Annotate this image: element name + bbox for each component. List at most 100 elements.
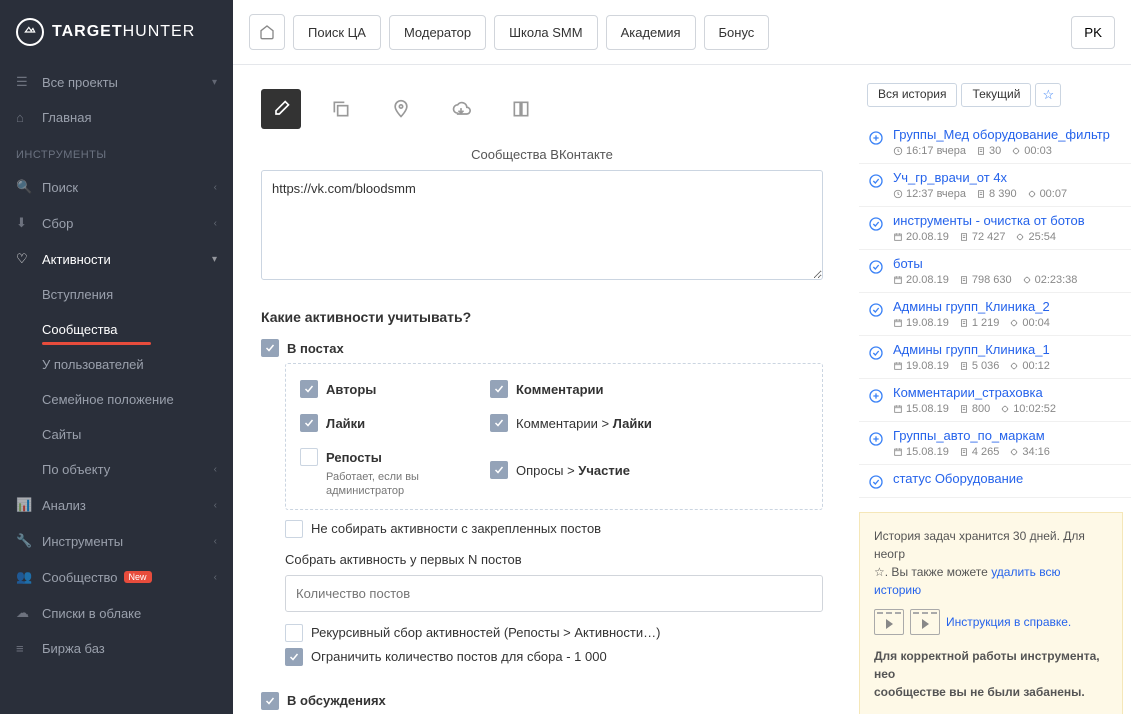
nav-home[interactable]: ⌂ Главная [0,100,233,135]
history-item-title[interactable]: Уч_гр_врачи_от 4х [893,170,1123,185]
edit-icon[interactable] [261,89,301,129]
nav-base-market[interactable]: ≡ Биржа баз [0,631,233,666]
chevron-left-icon: ‹ [214,464,217,475]
history-item-title[interactable]: инструменты - очистка от ботов [893,213,1123,228]
book-icon[interactable] [501,89,541,129]
nav-label: Вступления [42,287,113,302]
tab-academy[interactable]: Академия [606,15,696,50]
chevron-left-icon: ‹ [214,218,217,229]
user-menu[interactable]: PK [1071,16,1115,49]
nav-label: Семейное положение [42,392,174,407]
nav-all-projects[interactable]: ☰ Все проекты ▾ [0,64,233,100]
tab-school-smm[interactable]: Школа SMM [494,15,597,50]
in-discussions-label: В обсуждениях [287,693,386,708]
nav-sub-byobject[interactable]: По объекту‹ [0,452,233,487]
qty-input[interactable] [285,575,823,612]
history-item-meta: 20.08.1972 42725:54 [893,231,1123,243]
checkbox-in-posts[interactable] [261,339,279,357]
nav-tools[interactable]: 🔧 Инструменты ‹ [0,523,233,559]
tab-search-ca[interactable]: Поиск ЦА [293,15,381,50]
download-icon: ⬇ [16,215,32,231]
history-tab-all[interactable]: Вся история [867,83,957,107]
home-button[interactable] [249,14,285,50]
nav-sub-entries[interactable]: Вступления [0,277,233,312]
nav-sub-users[interactable]: У пользователей [0,347,233,382]
reposts-note: Работает, если вы администратор [326,470,470,499]
history-panel: Вся история Текущий ☆ Группы_Мед оборудо… [851,65,1131,714]
users-icon: 👥 [16,569,32,585]
checkbox-comments[interactable] [490,380,508,398]
history-item[interactable]: инструменты - очистка от ботов 20.08.1972… [859,207,1131,250]
history-item-meta: 19.08.195 03600:12 [893,360,1123,372]
history-item-title[interactable]: Админы групп_Клиника_1 [893,342,1123,357]
checkbox-likes[interactable] [300,414,318,432]
checkbox-no-pinned[interactable] [285,520,303,538]
plus-circle-icon [867,129,885,147]
history-item-title[interactable]: Группы_Мед оборудование_фильтр [893,127,1123,142]
history-item-title[interactable]: Комментарии_страховка [893,385,1123,400]
history-item[interactable]: Уч_гр_врачи_от 4х12:37 вчера8 39000:07 [859,164,1131,207]
history-item-title[interactable]: Админы групп_Клиника_2 [893,299,1123,314]
checkbox-comments-likes[interactable] [490,414,508,432]
reposts-label: Репосты [326,450,382,465]
history-item[interactable]: Группы_Мед оборудование_фильтр16:17 вчер… [859,121,1131,164]
chevron-down-icon: ▾ [212,77,217,88]
plus-circle-icon [867,387,885,405]
no-pinned-label: Не собирать активности с закрепленных по… [311,521,601,536]
plus-circle-icon [867,430,885,448]
authors-label: Авторы [326,382,376,397]
layers-icon: ☰ [16,74,32,90]
logo-text-1: TARGET [52,23,123,40]
logo[interactable]: TARGETHUNTER [0,0,233,64]
checkbox-limit-1000[interactable] [285,648,303,666]
checkbox-recursive[interactable] [285,624,303,642]
chevron-down-icon: ▾ [212,254,217,265]
history-item-title[interactable]: статус Оборудование [893,471,1123,486]
limit-1000-label: Ограничить количество постов для сбора -… [311,649,607,664]
home-icon [259,24,275,40]
copy-icon[interactable] [321,89,361,129]
history-item-title[interactable]: боты [893,256,1123,271]
info-bold: сообществе вы не были забанены. [874,685,1085,699]
nav-search[interactable]: 🔍 Поиск ‹ [0,169,233,205]
nav-community[interactable]: 👥 Сообщество New ‹ [0,559,233,595]
nav-sub-communities[interactable]: Сообщества [0,312,233,347]
video-icon[interactable] [874,609,904,635]
history-tab-current[interactable]: Текущий [961,83,1031,107]
checkbox-in-discussions[interactable] [261,692,279,710]
history-item[interactable]: Группы_авто_по_маркам15.08.194 26534:16 [859,422,1131,465]
video-icon[interactable] [910,609,940,635]
checkbox-polls[interactable] [490,461,508,479]
nav-label: Сбор [42,216,73,231]
check-circle-icon [867,258,885,276]
instruction-link[interactable]: Инструкция в справке. [946,613,1071,631]
nav-sub-sites[interactable]: Сайты [0,417,233,452]
search-icon: 🔍 [16,179,32,195]
nav-analysis[interactable]: 📊 Анализ ‹ [0,487,233,523]
communities-input[interactable] [261,170,823,280]
chevron-left-icon: ‹ [214,536,217,547]
comments-likes-label: Комментарии > Лайки [516,416,652,431]
location-icon[interactable] [381,89,421,129]
check-circle-icon [867,473,885,491]
checkbox-reposts[interactable] [300,448,318,466]
tab-moderator[interactable]: Модератор [389,15,486,50]
nav-collect[interactable]: ⬇ Сбор ‹ [0,205,233,241]
history-item-title[interactable]: Группы_авто_по_маркам [893,428,1123,443]
history-star-filter[interactable]: ☆ [1035,83,1061,107]
history-item[interactable]: статус Оборудование [859,465,1131,498]
checkbox-authors[interactable] [300,380,318,398]
history-item[interactable]: боты20.08.19798 63002:23:38 [859,250,1131,293]
activities-question: Какие активности учитывать? [261,309,823,325]
history-item[interactable]: Админы групп_Клиника_219.08.191 21900:04 [859,293,1131,336]
cloud-download-icon[interactable] [441,89,481,129]
history-item[interactable]: Админы групп_Клиника_1 19.08.195 03600:12 [859,336,1131,379]
nav-cloud-lists[interactable]: ☁ Списки в облаке [0,595,233,631]
nav-activities[interactable]: ♡ Активности ▾ [0,241,233,277]
info-box: История задач хранится 30 дней. Для неог… [859,512,1123,714]
nav-sub-marital[interactable]: Семейное положение [0,382,233,417]
history-item[interactable]: Комментарии_страховка 15.08.1980010:02:52 [859,379,1131,422]
tab-bonus[interactable]: Бонус [704,15,770,50]
history-item-meta: 15.08.1980010:02:52 [893,403,1123,415]
check-circle-icon [867,172,885,190]
